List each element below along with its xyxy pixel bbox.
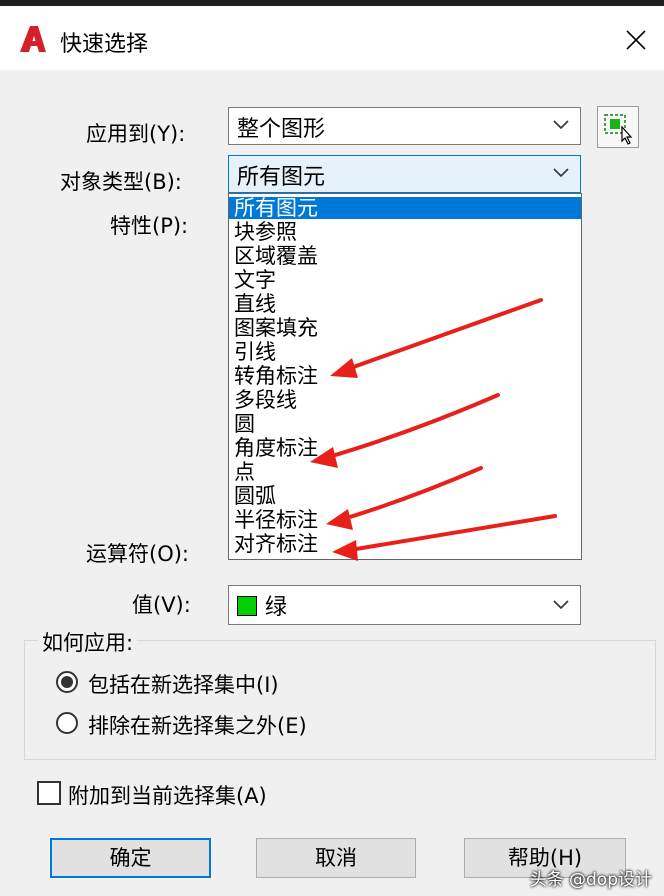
exclude-label: 排除在新选择集之外(E) — [88, 714, 307, 738]
object-type-value: 所有图元 — [237, 165, 326, 190]
append-checkbox[interactable] — [37, 781, 61, 805]
dropdown-option[interactable]: 角度标注 — [234, 437, 318, 459]
value-label: 值(V): — [132, 593, 191, 617]
watermark: 头条 @dop设计 — [529, 870, 652, 890]
dropdown-option[interactable]: 直线 — [234, 293, 276, 315]
dropdown-option[interactable]: 半径标注 — [234, 509, 318, 531]
dropdown-option[interactable]: 引线 — [234, 341, 276, 363]
object-type-label: 对象类型(B): — [60, 170, 182, 194]
autocad-logo-icon — [20, 26, 46, 52]
how-to-apply-group — [24, 640, 656, 760]
how-to-apply-title: 如何应用: — [38, 627, 138, 657]
dropdown-option[interactable]: 所有图元 — [229, 197, 581, 219]
object-type-dropdown[interactable]: 所有图元 块参照 区域覆盖 文字 直线 图案填充 引线 转角标注 多段线 圆 角… — [228, 193, 582, 560]
dropdown-option[interactable]: 文字 — [234, 269, 276, 291]
dropdown-option[interactable]: 区域覆盖 — [234, 245, 318, 267]
chevron-down-icon — [553, 120, 569, 130]
value-select[interactable]: 绿 — [228, 585, 581, 625]
apply-to-select[interactable]: 整个图形 — [228, 107, 581, 145]
dropdown-option[interactable]: 多段线 — [234, 389, 297, 411]
dropdown-option[interactable]: 对齐标注 — [234, 533, 318, 555]
close-icon — [626, 30, 646, 50]
apply-to-label: 应用到(Y): — [86, 122, 186, 146]
append-label: 附加到当前选择集(A) — [68, 784, 267, 808]
dropdown-option[interactable]: 图案填充 — [234, 317, 318, 339]
operator-label: 运算符(O): — [86, 542, 189, 566]
include-radio[interactable] — [56, 671, 78, 693]
ok-button[interactable]: 确定 — [50, 838, 211, 878]
select-objects-icon — [604, 114, 633, 145]
cancel-button[interactable]: 取消 — [256, 838, 416, 878]
chevron-down-icon — [553, 168, 569, 178]
chevron-down-icon — [553, 600, 569, 610]
include-label: 包括在新选择集中(I) — [88, 673, 279, 697]
dropdown-option[interactable]: 转角标注 — [234, 365, 318, 387]
window-title: 快速选择 — [60, 32, 149, 57]
radio-dot — [61, 676, 73, 688]
value-text: 绿 — [265, 595, 288, 620]
dropdown-option[interactable]: 点 — [234, 461, 255, 483]
exclude-radio[interactable] — [56, 712, 78, 734]
properties-label: 特性(P): — [110, 214, 189, 238]
object-type-select[interactable]: 所有图元 — [228, 155, 581, 193]
apply-to-value: 整个图形 — [237, 117, 326, 142]
close-button[interactable] — [616, 20, 656, 60]
dropdown-option[interactable]: 圆弧 — [234, 485, 276, 507]
dropdown-option[interactable]: 圆 — [234, 413, 255, 435]
color-swatch — [237, 596, 257, 616]
dropdown-option[interactable]: 块参照 — [234, 221, 297, 243]
select-objects-button[interactable] — [597, 106, 639, 148]
title-bar: 快速选择 — [0, 6, 664, 70]
